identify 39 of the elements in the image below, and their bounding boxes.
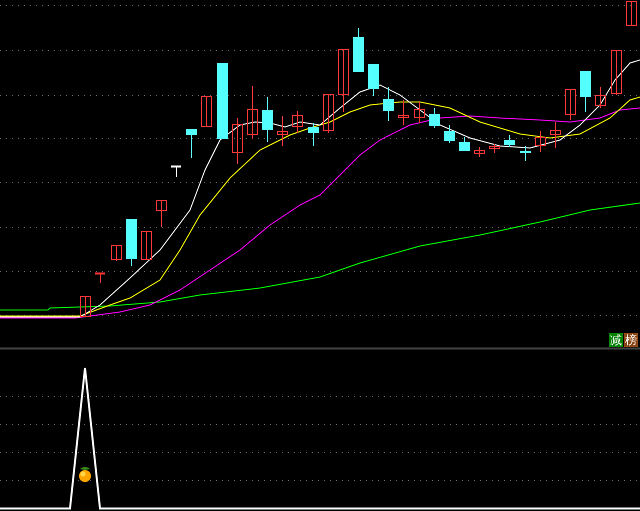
candlestick [611, 50, 622, 96]
candlestick [535, 130, 546, 152]
candlestick [398, 100, 409, 126]
candlestick [550, 122, 561, 148]
candlestick [429, 108, 440, 128]
candlestick [323, 94, 334, 134]
candlestick [156, 200, 167, 228]
candlestick [186, 128, 197, 158]
candlestick [80, 296, 91, 317]
candlestick [171, 166, 181, 178]
candlestick [459, 136, 470, 152]
candlestick [232, 118, 243, 164]
fruit-icon [79, 467, 91, 482]
candlestick [626, 0, 637, 26]
candlestick [201, 96, 212, 127]
candlestick [95, 272, 105, 284]
candlestick [520, 146, 531, 162]
candlestick [126, 218, 137, 266]
candlestick [504, 134, 515, 148]
candlestick [292, 110, 303, 134]
candlestick [595, 86, 606, 108]
candlestick [580, 70, 591, 112]
candlestick [489, 144, 500, 154]
candlestick [368, 64, 379, 96]
candlestick [277, 116, 288, 146]
candlestick [383, 86, 394, 122]
candlestick [308, 122, 319, 146]
candlestick [141, 230, 152, 260]
candlestick [111, 244, 122, 262]
candlestick [444, 124, 455, 144]
candlestick [353, 28, 364, 72]
candlestick [474, 146, 485, 158]
candlestick [338, 48, 349, 112]
candlestick [247, 86, 258, 140]
candlestick [414, 102, 425, 124]
signal-tag: 减 [609, 333, 623, 347]
signal-tag: 榜 [624, 333, 638, 347]
candlestick [262, 96, 273, 142]
candlestick [565, 88, 576, 120]
